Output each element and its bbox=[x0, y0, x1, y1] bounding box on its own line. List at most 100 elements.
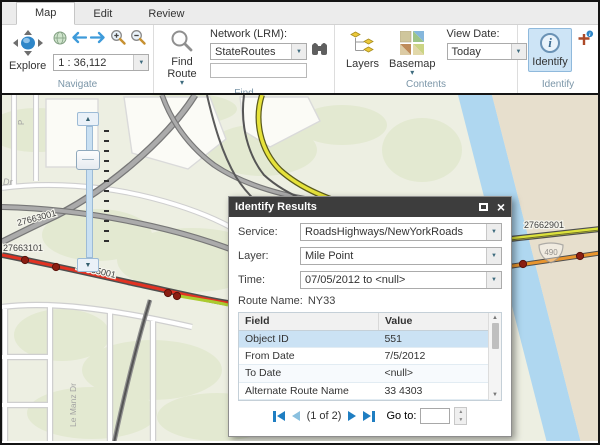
layer-label: Layer: bbox=[238, 250, 300, 262]
explore-button[interactable]: Explore bbox=[6, 28, 49, 73]
route-name-label: Route Name: bbox=[238, 295, 303, 307]
identify-label: Identify bbox=[532, 56, 567, 68]
find-route-label: Find Route bbox=[162, 56, 202, 80]
maximize-icon[interactable] bbox=[479, 203, 488, 211]
first-page-button[interactable] bbox=[273, 411, 285, 422]
identify-button[interactable]: i Identify bbox=[528, 28, 572, 72]
chevron-down-icon[interactable]: ▼ bbox=[486, 248, 501, 264]
zoom-slider-track[interactable] bbox=[86, 126, 93, 258]
find-route-input[interactable] bbox=[210, 63, 307, 78]
street-label-le-manz-dr: Le Manz Dr bbox=[68, 383, 78, 427]
layers-button[interactable]: Layers bbox=[343, 28, 382, 71]
route-label-27663101: 27663101 bbox=[3, 243, 43, 253]
find-route-button[interactable]: Find Route ▾ bbox=[158, 28, 206, 87]
time-label: Time: bbox=[238, 274, 300, 286]
zoom-slider-down-button[interactable]: ▼ bbox=[77, 258, 99, 272]
street-label-p: P bbox=[17, 120, 26, 125]
column-header-field[interactable]: Field bbox=[239, 313, 378, 330]
spinner-up-icon[interactable]: ▲ bbox=[458, 410, 463, 415]
chevron-down-icon[interactable]: ▼ bbox=[486, 272, 501, 288]
app-window: Map Edit Review Explore bbox=[0, 0, 600, 445]
group-identify: i Identify i Identify bbox=[518, 25, 598, 93]
group-label-identify: Identify bbox=[518, 78, 598, 93]
dialog-title-bar[interactable]: Identify Results × bbox=[229, 197, 511, 217]
identify-icon: i bbox=[540, 33, 560, 53]
chevron-down-icon: ▾ bbox=[180, 80, 184, 86]
group-label-contents: Contents bbox=[335, 78, 517, 93]
globe-icon[interactable] bbox=[53, 31, 67, 50]
map-canvas[interactable]: 490 27663001 27663101 27935001 27662901 … bbox=[2, 93, 598, 441]
identify-route-location-icon[interactable]: i bbox=[576, 30, 594, 52]
tab-map[interactable]: Map bbox=[16, 2, 75, 25]
layer-combo[interactable]: Mile Point ▼ bbox=[300, 247, 502, 265]
service-label: Service: bbox=[238, 226, 300, 238]
scroll-down-icon[interactable]: ▼ bbox=[492, 392, 498, 398]
scrollbar-thumb[interactable] bbox=[492, 323, 499, 349]
attribute-table: Field Value Object ID551 From Date7/5/20… bbox=[238, 312, 502, 401]
goto-spinner[interactable]: ▲▼ bbox=[454, 407, 467, 425]
basemap-button[interactable]: Basemap ▾ bbox=[386, 28, 438, 77]
explore-icon bbox=[13, 30, 43, 60]
spinner-down-icon[interactable]: ▼ bbox=[458, 418, 463, 423]
group-contents: Layers Basemap ▾ View Date bbox=[335, 25, 518, 93]
binoculars-icon[interactable] bbox=[311, 42, 328, 61]
chevron-down-icon[interactable]: ▼ bbox=[486, 224, 501, 240]
close-icon[interactable]: × bbox=[497, 202, 505, 212]
view-date-combo[interactable]: Today ▼ bbox=[447, 43, 527, 60]
table-row[interactable]: Object ID551 bbox=[239, 330, 488, 347]
layers-label: Layers bbox=[346, 58, 379, 70]
goto-page-input[interactable] bbox=[420, 408, 450, 424]
identify-results-dialog: Identify Results × Service: RoadsHighway… bbox=[228, 196, 512, 437]
network-value: StateRoutes bbox=[211, 46, 291, 58]
time-value: 07/05/2012 to <null> bbox=[301, 274, 486, 286]
next-page-button[interactable] bbox=[348, 411, 356, 421]
service-combo[interactable]: RoadsHighways/NewYorkRoads ▼ bbox=[300, 223, 502, 241]
zoom-slider-thumb[interactable] bbox=[76, 150, 100, 170]
pagination-bar: (1 of 2) Go to: ▲▼ bbox=[229, 402, 511, 430]
tab-review[interactable]: Review bbox=[130, 4, 202, 25]
zoom-out-icon[interactable] bbox=[130, 29, 147, 51]
explore-label: Explore bbox=[9, 60, 46, 72]
chevron-down-icon[interactable]: ▼ bbox=[133, 55, 148, 70]
network-lrm-label: Network (LRM): bbox=[210, 28, 328, 40]
page-status: (1 of 2) bbox=[307, 410, 342, 422]
view-date-value: Today bbox=[448, 46, 511, 58]
column-header-value[interactable]: Value bbox=[378, 313, 488, 330]
svg-text:490: 490 bbox=[544, 248, 558, 257]
service-value: RoadsHighways/NewYorkRoads bbox=[301, 226, 486, 238]
find-route-magnifier-icon bbox=[170, 29, 194, 56]
ribbon: Explore bbox=[2, 25, 598, 93]
zoom-in-icon[interactable] bbox=[110, 29, 127, 51]
table-scrollbar[interactable]: ▲ ▼ bbox=[488, 313, 501, 400]
network-combo[interactable]: StateRoutes ▼ bbox=[210, 43, 307, 60]
group-navigate: Explore bbox=[2, 25, 154, 93]
table-header-row: Field Value bbox=[239, 313, 488, 330]
scroll-up-icon[interactable]: ▲ bbox=[492, 315, 498, 321]
goto-label: Go to: bbox=[386, 410, 416, 422]
group-find: Find Route ▾ Network (LRM): StateRoutes … bbox=[154, 25, 335, 93]
forward-arrow-icon[interactable] bbox=[90, 31, 107, 49]
view-date-label: View Date: bbox=[447, 28, 527, 40]
table-row[interactable]: Alternate Route Name33 4303 bbox=[239, 382, 488, 399]
scale-combo[interactable]: 1 : 36,112 ▼ bbox=[53, 54, 149, 71]
basemap-icon bbox=[400, 31, 424, 58]
street-label-dr: Dr bbox=[3, 177, 13, 187]
tab-strip: Map Edit Review bbox=[2, 2, 598, 25]
time-combo[interactable]: 07/05/2012 to <null> ▼ bbox=[300, 271, 502, 289]
table-row[interactable]: From Date7/5/2012 bbox=[239, 347, 488, 364]
chevron-down-icon[interactable]: ▼ bbox=[291, 44, 306, 59]
route-name-value: NY33 bbox=[308, 295, 336, 307]
chevron-down-icon: ▾ bbox=[410, 70, 414, 76]
layers-icon bbox=[350, 31, 376, 58]
tab-edit[interactable]: Edit bbox=[75, 4, 130, 25]
dialog-title: Identify Results bbox=[235, 201, 479, 213]
zoom-slider-up-button[interactable]: ▲ bbox=[77, 112, 99, 126]
route-label-27662901: 27662901 bbox=[524, 220, 564, 230]
back-arrow-icon[interactable] bbox=[70, 31, 87, 49]
zoom-slider-ticks bbox=[104, 130, 109, 250]
previous-page-button[interactable] bbox=[292, 411, 300, 421]
last-page-button[interactable] bbox=[363, 411, 375, 422]
scale-value: 1 : 36,112 bbox=[54, 57, 133, 69]
layer-value: Mile Point bbox=[301, 250, 486, 262]
table-row[interactable]: To Date<null> bbox=[239, 365, 488, 382]
